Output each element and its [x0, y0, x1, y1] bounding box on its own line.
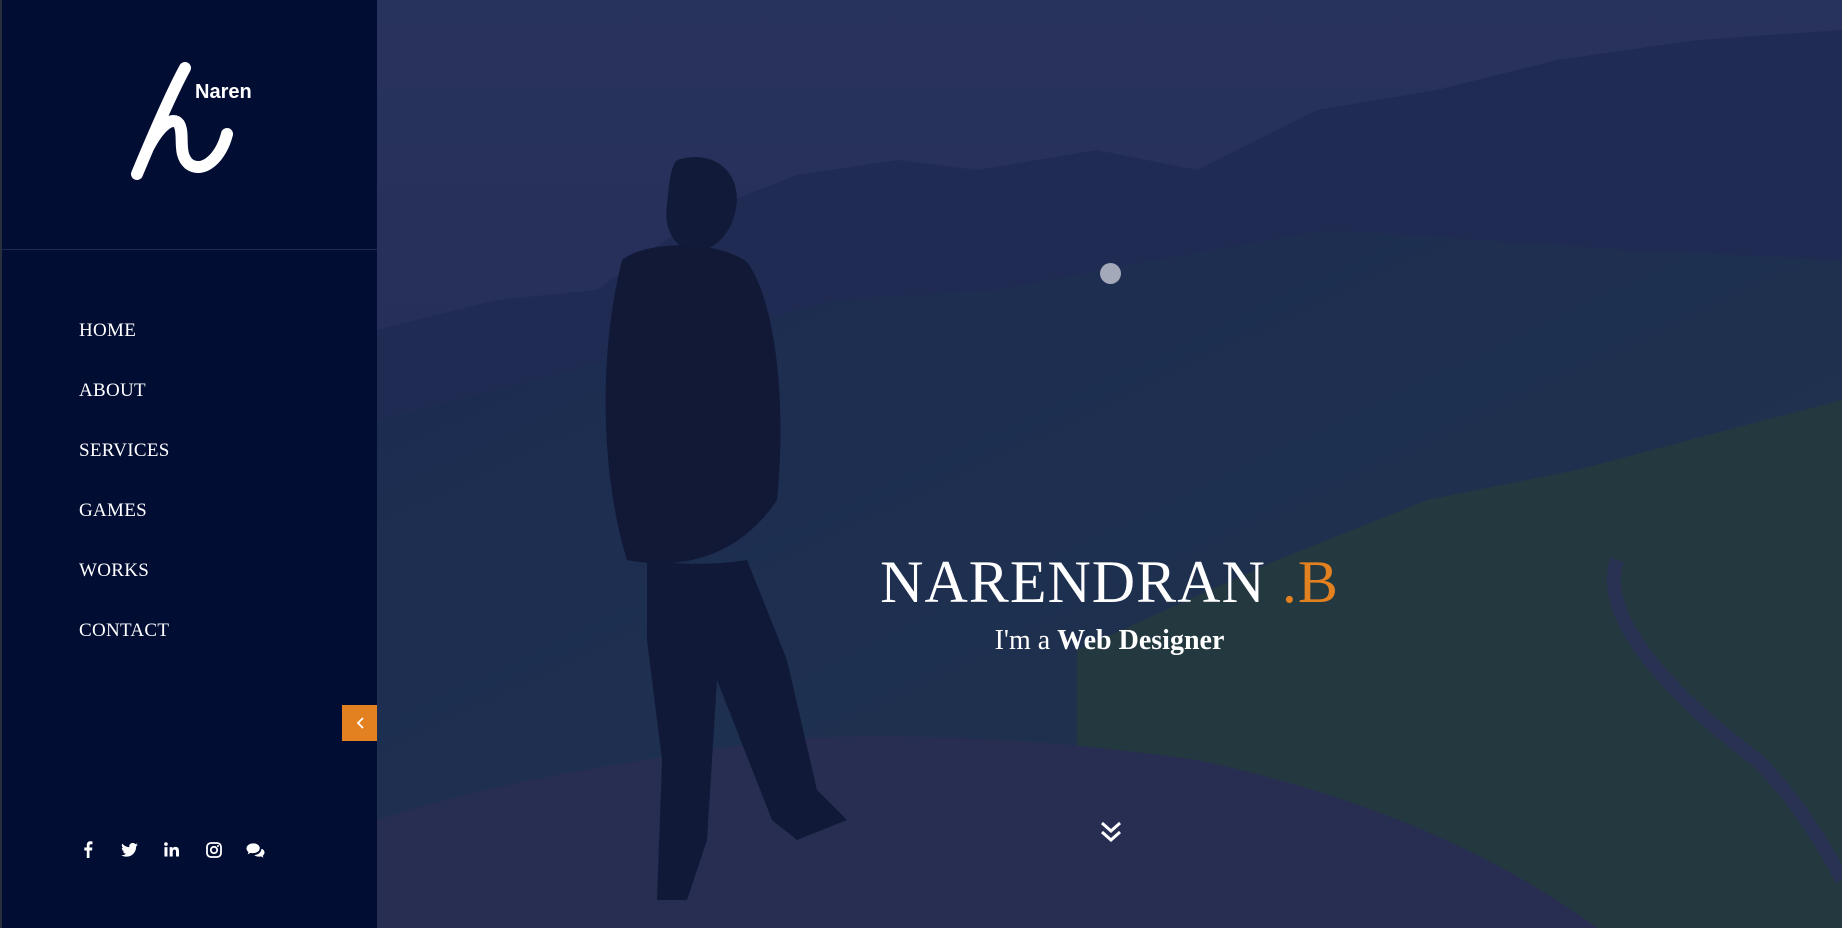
hero-name: NARENDRAN: [880, 549, 1266, 615]
nav-item-works[interactable]: WORKS: [79, 556, 170, 616]
twitter-icon[interactable]: [120, 840, 139, 859]
sidebar-collapse-button[interactable]: [342, 705, 379, 741]
logo-text: Naren: [195, 81, 252, 103]
social-links: [78, 840, 265, 859]
sidebar: Naren HOME ABOUT SERVICES GAMES WORKS CO…: [0, 0, 379, 928]
chevron-left-icon: [356, 717, 364, 729]
hero-subtitle-role: Web Designer: [1057, 625, 1225, 656]
nav-item-about[interactable]: ABOUT: [79, 376, 170, 436]
hero-subtitle-prefix: I'm a: [994, 625, 1051, 656]
hero-overlay: [377, 0, 1842, 928]
logo-area: Naren: [2, 0, 379, 250]
instagram-icon[interactable]: [204, 840, 223, 859]
nav-item-home[interactable]: HOME: [79, 316, 170, 376]
nav-item-services[interactable]: SERVICES: [79, 436, 170, 496]
double-chevron-down-icon[interactable]: [1097, 818, 1125, 846]
linkedin-icon[interactable]: [162, 840, 181, 859]
hero-title: NARENDRAN .B: [377, 548, 1842, 617]
facebook-icon[interactable]: [78, 840, 97, 859]
hero-name-accent: .B: [1281, 549, 1339, 615]
slider-indicator-dot[interactable]: [1100, 263, 1121, 284]
nav-item-games[interactable]: GAMES: [79, 496, 170, 556]
logo[interactable]: Naren: [127, 62, 257, 187]
nav-item-contact[interactable]: CONTACT: [79, 616, 170, 676]
hero-subtitle: I'm a Web Designer: [377, 625, 1842, 657]
main-nav: HOME ABOUT SERVICES GAMES WORKS CONTACT: [79, 316, 170, 676]
hero-section: NARENDRAN .B I'm a Web Designer: [377, 0, 1842, 928]
chat-icon[interactable]: [246, 840, 265, 859]
